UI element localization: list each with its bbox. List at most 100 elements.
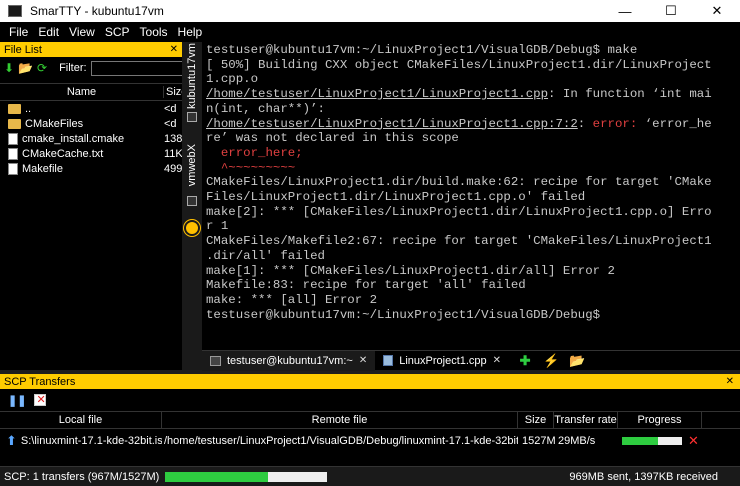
scp-header: SCP Transfers ✕ <box>0 374 740 389</box>
lightning-icon[interactable]: ⚡ <box>541 352 561 370</box>
source-path[interactable]: /home/testuser/LinuxProject1/LinuxProjec… <box>206 117 578 131</box>
side-tab-strip: kubuntu17vm vmwebX <box>182 42 202 370</box>
scp-column-header: Local file Remote file Size Transfer rat… <box>0 411 740 429</box>
list-item[interactable]: Makefile 499 <box>0 161 182 176</box>
terminal-line: .dir/all' failed <box>206 248 325 263</box>
tab-label: testuser@kubuntu17vm:~ <box>227 354 353 367</box>
terminal-text: : In function ‘int mai <box>548 87 712 102</box>
column-local-file[interactable]: Local file <box>0 411 162 429</box>
list-item[interactable]: .. <d <box>0 101 182 116</box>
terminal-output[interactable]: testuser@kubuntu17vm:~/LinuxProject1/Vis… <box>202 42 740 350</box>
side-tab-kubuntu17vm[interactable]: kubuntu17vm <box>182 43 202 109</box>
file-name: .. <box>25 102 32 115</box>
terminal-icon[interactable] <box>182 194 202 208</box>
error-label: error: <box>592 116 638 131</box>
terminal-icon <box>210 355 221 366</box>
table-row[interactable]: ⬆ S:\linuxmint-17.1-kde-32bit.iso /home/t… <box>0 432 740 449</box>
file-list-panel: File List ✕ ⬇ 📂 ⟳ Filter: Name Size .. <… <box>0 42 193 370</box>
menu-scp[interactable]: SCP <box>100 25 135 39</box>
tab-terminal-session[interactable]: testuser@kubuntu17vm:~ ✕ <box>202 350 376 371</box>
close-button[interactable]: ✕ <box>694 0 740 22</box>
file-list-toolbar: ⬇ 📂 ⟳ Filter: <box>0 57 193 79</box>
file-size: <d <box>164 102 177 115</box>
file-name: Makefile <box>22 162 63 175</box>
terminal-line: ^~~~~~~~~~ <box>206 160 296 175</box>
document-icon <box>383 355 394 366</box>
menu-tools[interactable]: Tools <box>135 25 173 39</box>
terminal-line: r 1 <box>206 219 229 234</box>
settings-sun-icon[interactable] <box>182 220 202 236</box>
menu-view[interactable]: View <box>64 25 100 39</box>
list-item[interactable]: cmake_install.cmake 138 <box>0 131 182 146</box>
list-item[interactable]: CMakeFiles <d <box>0 116 182 131</box>
terminal-line: Makefile:83: recipe for target 'all' fai… <box>206 278 526 293</box>
column-remote-file[interactable]: Remote file <box>162 411 518 429</box>
column-progress[interactable]: Progress <box>618 411 702 429</box>
menu-edit[interactable]: Edit <box>33 25 64 39</box>
column-size[interactable]: Size <box>518 411 554 429</box>
terminal-line: make: *** [all] Error 2 <box>206 292 378 307</box>
file-icon <box>8 132 18 145</box>
terminal-line: CMakeFiles/LinuxProject1.dir/build.make:… <box>206 175 712 190</box>
file-list-close-icon[interactable]: ✕ <box>170 44 178 55</box>
status-traffic: 969MB sent, 1397KB received <box>569 470 718 483</box>
file-list-title: File List <box>4 43 42 56</box>
download-icon[interactable]: ⬇ <box>4 60 14 76</box>
side-tab-label: vmwebX <box>186 143 198 187</box>
file-list-column-header: Name Size <box>0 83 182 101</box>
local-file: S:\linuxmint-17.1-kde-32bit.iso <box>20 434 162 447</box>
terminal-text: : <box>577 116 593 131</box>
terminal-line: Files/LinuxProject1.dir/LinuxProject1.cp… <box>206 190 586 205</box>
tab-close-icon[interactable]: ✕ <box>359 355 367 366</box>
terminal-line: re’ was not declared in this scope <box>206 131 459 146</box>
file-size: 138 <box>164 132 182 145</box>
terminal-line: error_here; <box>206 145 303 160</box>
tab-linuxproject1-cpp[interactable]: LinuxProject1.cpp ✕ <box>375 351 509 371</box>
transfer-size: 1527M <box>522 434 556 447</box>
terminal-line: 1.cpp.o <box>206 72 259 87</box>
side-tab-vmwebx[interactable]: vmwebX <box>182 140 202 190</box>
column-name[interactable]: Name <box>0 86 164 98</box>
pause-icon[interactable]: ❚❚ <box>8 394 26 407</box>
terminal-icon[interactable] <box>182 110 202 124</box>
filter-input[interactable] <box>90 60 193 76</box>
cancel-icon[interactable]: ✕ <box>688 433 699 449</box>
menu-help[interactable]: Help <box>173 25 208 39</box>
status-progress-bar <box>165 471 328 482</box>
open-folder-icon[interactable]: 📂 <box>567 352 587 370</box>
open-folder-icon[interactable]: 📂 <box>18 60 33 76</box>
add-tab-icon[interactable]: ✚ <box>515 352 535 370</box>
terminal-line: /home/testuser/LinuxProject1/LinuxProjec… <box>206 117 740 132</box>
list-item[interactable]: CMakeCache.txt 11K <box>0 146 182 161</box>
upload-arrow-icon: ⬆ <box>6 432 17 448</box>
maximize-button[interactable]: ☐ <box>648 0 694 22</box>
file-name: CMakeCache.txt <box>22 147 104 160</box>
menu-file[interactable]: File <box>4 25 33 39</box>
column-transfer-rate[interactable]: Transfer rate <box>554 411 618 429</box>
column-size[interactable]: Size <box>164 86 182 98</box>
terminal-line: [ 50%] Building CXX object CMakeFiles/Li… <box>206 57 712 72</box>
progress-fill <box>622 436 658 445</box>
filter-label: Filter: <box>59 62 87 74</box>
refresh-icon[interactable]: ⟳ <box>37 60 47 76</box>
file-name: CMakeFiles <box>25 117 84 130</box>
scp-toolbar: ❚❚ <box>0 389 740 411</box>
tab-label: LinuxProject1.cpp <box>399 354 487 367</box>
terminal-line: testuser@kubuntu17vm:~/LinuxProject1/Vis… <box>206 43 638 57</box>
status-bar: SCP: 1 transfers (967M/1527M) 969MB sent… <box>0 466 740 486</box>
file-list-header: File List ✕ <box>0 42 182 57</box>
file-size: <d <box>164 117 177 130</box>
terminal-line: make[2]: *** [CMakeFiles/LinuxProject1.d… <box>206 204 712 219</box>
terminal-line: CMakeFiles/Makefile2:67: recipe for targ… <box>206 234 712 249</box>
scp-close-icon[interactable]: ✕ <box>726 376 734 387</box>
cancel-transfer-icon[interactable] <box>34 393 47 406</box>
folder-icon <box>8 103 21 114</box>
tab-close-icon[interactable]: ✕ <box>493 355 501 366</box>
minimize-button[interactable]: — <box>602 0 648 22</box>
file-name: cmake_install.cmake <box>22 132 125 145</box>
folder-icon <box>8 118 21 129</box>
menu-bar: File Edit View SCP Tools Help <box>0 22 740 42</box>
remote-file: /home/testuser/LinuxProject1/VisualGDB/D… <box>164 434 518 447</box>
progress-fill <box>165 471 268 482</box>
source-path[interactable]: /home/testuser/LinuxProject1/LinuxProjec… <box>206 87 548 101</box>
